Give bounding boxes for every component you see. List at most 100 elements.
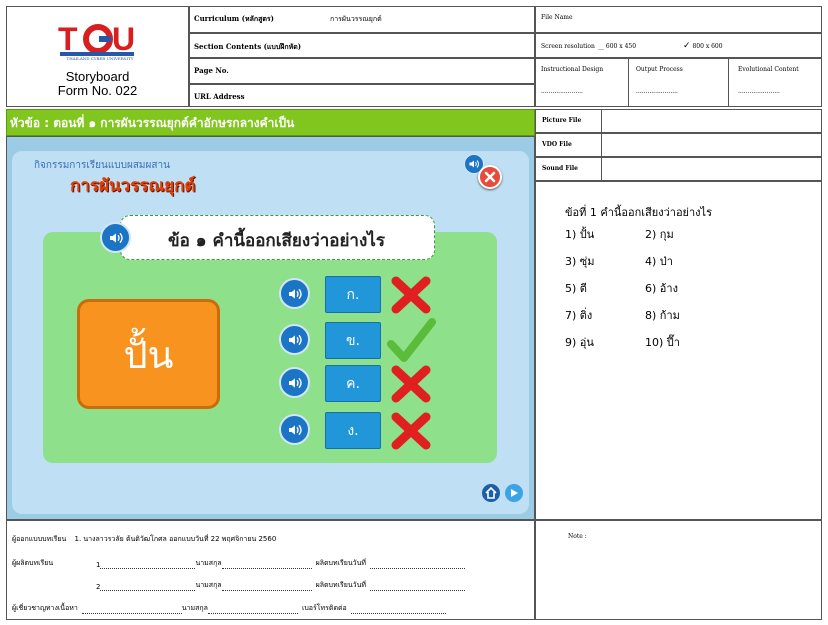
file-name-label: File Name: [541, 14, 573, 21]
note-label: Note :: [568, 533, 587, 540]
title-line1: Storyboard: [65, 69, 130, 84]
sound-item: 3) ซุ่ม: [565, 255, 595, 268]
storyboard-title: Storyboard Form No. 022: [6, 70, 189, 98]
dotted-line: [81, 606, 182, 614]
page-row: [189, 58, 535, 84]
vdo-file-row: [535, 133, 822, 157]
question-text: ข้อ ๑ คำนี้ออกเสียงว่าอย่างไร: [168, 231, 385, 251]
res-option-800: ✓ 800 x 600: [683, 41, 723, 51]
file-name-row: [535, 6, 822, 33]
speaker-icon: [288, 377, 302, 388]
topic-text: หัวข้อ : ตอนที่ ๑ การผันวรรณยุกต์คำอักษร…: [10, 116, 295, 130]
sound-item: 9) อุ่น: [565, 336, 594, 349]
speaker-icon: [288, 424, 302, 435]
sound-item: 2) กุม: [645, 228, 674, 241]
res-800-text: 800 x 600: [692, 43, 723, 50]
dots: ......................: [636, 88, 678, 95]
choice-d-speaker-button[interactable]: [279, 414, 310, 445]
speaker-icon: [109, 232, 123, 243]
check-icon: ✓: [683, 41, 691, 51]
evolutional-label: Evolutional Content: [738, 66, 799, 73]
logo-subtitle: THAILAND CYBER UNIVERSITY: [66, 56, 134, 61]
dotted-line: [369, 583, 465, 591]
divider: [628, 58, 629, 107]
dots: ......................: [541, 88, 583, 95]
curriculum-label: Curriculum (หลักสูตร): [194, 14, 274, 23]
sound-item: 7) ติ่ง: [565, 309, 593, 322]
svg-text:U: U: [112, 21, 135, 57]
dotted-line: [221, 583, 312, 591]
divider: [601, 109, 602, 181]
lesson-title: การผันวรรณยุกต์: [70, 176, 196, 196]
dotted-line: [221, 561, 312, 569]
output-label: Output Process: [636, 66, 683, 73]
word-card: ปั้น: [77, 299, 220, 409]
surname-label: นามสกุล: [195, 581, 222, 589]
wrong-mark-icon: [390, 275, 432, 319]
dotted-line: [100, 561, 196, 569]
curriculum-value: การผันวรรณยุกต์: [330, 15, 382, 23]
close-button[interactable]: [478, 165, 502, 189]
producer-line-1: 1 นามสกุล ผลิตบทเรียนวันที่: [96, 558, 528, 569]
designer-value: 1. นางลาวรวลัย ต้นติวัฒโกศล ออกแบบวันที่…: [74, 535, 277, 543]
produce-date-label: ผลิตบทเรียนวันที่: [315, 581, 366, 589]
sound-question: ข้อที่ 1 คำนี้ออกเสียงว่าอย่างไร: [565, 206, 712, 219]
phone-label: เบอร์โทรติดต่อ: [301, 604, 347, 612]
dotted-line: [207, 606, 298, 614]
next-button[interactable]: [503, 482, 525, 504]
choice-d-button[interactable]: ง.: [325, 412, 381, 449]
res-option-600: __ 600 x 450: [598, 43, 637, 50]
choice-c-button[interactable]: ค.: [325, 365, 381, 402]
dotted-line: [100, 583, 196, 591]
surname-label: นามสกุล: [181, 604, 208, 612]
page-label: Page No.: [194, 66, 229, 75]
url-label: URL Address: [194, 92, 245, 101]
close-icon: [484, 171, 496, 183]
divider: [728, 58, 729, 107]
sound-item: 6) อ้าง: [645, 282, 678, 295]
expert-label: ผู้เชี่ยวชาญทางเนื้อหา: [12, 604, 78, 612]
sound-item: 8) ก้าม: [645, 309, 680, 322]
title-line2: Form No. 022: [57, 83, 138, 98]
question-speaker-button[interactable]: [100, 222, 131, 253]
word-text: ปั้น: [123, 332, 174, 377]
vdo-file-label: VDO File: [542, 141, 572, 148]
speaker-icon: [469, 160, 479, 168]
svg-text:T: T: [58, 21, 78, 57]
designer-row: ผู้ออกแบบบทเรียน 1. นางลาวรวลัย ต้นติวัฒ…: [12, 534, 276, 545]
correct-mark-icon: [386, 316, 436, 370]
producer-row-1: ผู้ผลิตบทเรียน: [12, 558, 53, 569]
sound-item: 5) ตี: [565, 282, 587, 295]
picture-file-label: Picture File: [542, 117, 582, 124]
producer-line-2: 2 นามสกุล ผลิตบทเรียนวันที่: [96, 580, 528, 591]
choice-c-speaker-button[interactable]: [279, 367, 310, 398]
expert-row: ผู้เชี่ยวชาญทางเนื้อหา นามสกุล เบอร์โทรต…: [12, 603, 528, 614]
sound-file-label: Sound File: [542, 165, 578, 172]
speaker-icon: [288, 288, 302, 299]
play-arrow-icon: [511, 489, 518, 497]
choice-b-button[interactable]: ข.: [325, 322, 381, 359]
choice-b-speaker-button[interactable]: [279, 324, 310, 355]
activity-label: กิจกรรมการเรียนแบบผสมผสาน: [34, 160, 170, 171]
sound-items: 1) ปั้น 2) กุม 3) ซุ่ม 4) ป่า 5) ตี 6) อ…: [565, 225, 745, 351]
screen-res-label: Screen resolution: [541, 43, 595, 50]
home-icon: [485, 487, 497, 499]
section-label: Section Contents (แบบฝึกหัด): [194, 42, 302, 51]
speaker-icon: [288, 334, 302, 345]
dotted-line: [369, 561, 465, 569]
surname-label: นามสกุล: [195, 559, 222, 567]
sound-item: 10) ปี๊า: [645, 336, 680, 349]
sound-item: 4) ป่า: [645, 255, 673, 268]
dots: ......................: [738, 88, 780, 95]
dotted-line: [350, 606, 446, 614]
designer-label: ผู้ออกแบบบทเรียน: [12, 535, 67, 543]
home-button[interactable]: [480, 482, 502, 504]
choice-a-button[interactable]: ก.: [325, 276, 381, 313]
produce-date-label: ผลิตบทเรียนวันที่: [315, 559, 366, 567]
res-600-text: 600 x 450: [605, 43, 637, 50]
wrong-mark-icon: [390, 411, 432, 455]
sound-file-row: [535, 157, 822, 181]
sound-item: 1) ปั้น: [565, 228, 595, 241]
choice-a-speaker-button[interactable]: [279, 278, 310, 309]
wrong-mark-icon: [390, 364, 432, 408]
